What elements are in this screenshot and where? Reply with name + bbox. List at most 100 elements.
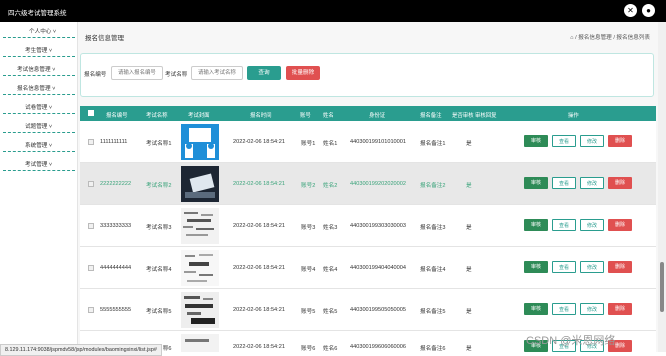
review-button[interactable]: 审核 <box>524 219 548 231</box>
delete-button[interactable]: 删除 <box>608 219 632 231</box>
top-bar: 四六级考试管理系统 ✕ ● <box>0 0 666 22</box>
sidebar-item-exams[interactable]: 考试管理 ˅ <box>3 160 75 171</box>
vertical-scrollbar[interactable] <box>658 22 666 352</box>
registration-remark: 报名备注5 <box>420 309 446 315</box>
exam-name: 考试名称3 <box>146 225 172 231</box>
sidebar-item-label: 报名信息管理 ˅ <box>17 86 56 92</box>
select-all-checkbox[interactable] <box>88 110 94 116</box>
review-button[interactable]: 审核 <box>524 177 548 189</box>
id-card: 440300199101010001 <box>350 139 406 145</box>
account: 账号1 <box>301 141 316 147</box>
sidebar-item-label: 试题管理 ˅ <box>25 124 53 130</box>
delete-button[interactable]: 删除 <box>608 135 632 147</box>
edit-button[interactable]: 修改 <box>580 177 604 189</box>
audited: 是 <box>466 267 472 273</box>
delete-button[interactable]: 删除 <box>608 261 632 273</box>
registration-time: 2022-02-06 18:54:21 <box>233 223 285 229</box>
exam-cover-image <box>181 208 219 244</box>
edit-button[interactable]: 修改 <box>580 219 604 231</box>
audited: 是 <box>466 225 472 231</box>
view-button[interactable]: 查看 <box>552 261 576 273</box>
registration-remark: 报名备注1 <box>420 141 446 147</box>
column-header: 考试名称 <box>146 113 168 119</box>
main-content: 报名信息管理 ⌂ / 报名信息管理 / 报名信息列表 报名编号 考试名称 查询 … <box>78 22 658 352</box>
student-name: 姓名4 <box>323 267 338 273</box>
sidebar-item-label: 考试管理 ˅ <box>25 162 53 168</box>
sidebar-item-exam-info[interactable]: 考试信息管理 ˅ <box>3 65 75 76</box>
sidebar-item-system[interactable]: 系统管理 ˅ <box>3 141 75 152</box>
row-checkbox[interactable] <box>88 181 94 187</box>
page-title: 报名信息管理 <box>85 35 124 42</box>
audited: 是 <box>466 309 472 315</box>
review-button[interactable]: 审核 <box>524 135 548 147</box>
exam-name: 考试名称2 <box>146 183 172 189</box>
table-row: 3333333333 考试名称3 2022-02-06 18:54:21 账号3… <box>80 205 656 247</box>
sidebar-item-students[interactable]: 考生管理 ˅ <box>3 46 75 57</box>
view-button[interactable]: 查看 <box>552 135 576 147</box>
sidebar-item-label: 考试信息管理 ˅ <box>17 67 56 73</box>
column-header: 考试封面 <box>188 113 210 119</box>
row-checkbox[interactable] <box>88 223 94 229</box>
registration-time: 2022-02-06 18:54:21 <box>233 265 285 271</box>
sidebar-item-label: 系统管理 ˅ <box>25 143 53 149</box>
exam-name: 考试名称4 <box>146 267 172 273</box>
batch-delete-button[interactable]: 批量删除 <box>286 66 320 80</box>
registration-id-input[interactable] <box>111 66 163 80</box>
student-name: 姓名6 <box>323 346 338 352</box>
row-checkbox[interactable] <box>88 265 94 271</box>
sidebar: 个人中心 ˅ 考生管理 ˅ 考试信息管理 ˅ 报名信息管理 ˅ 试卷管理 ˅ 试… <box>0 22 78 352</box>
id-card: 440300199505050005 <box>350 307 406 313</box>
registration-id: 3333333333 <box>100 223 132 229</box>
student-name: 姓名5 <box>323 309 338 315</box>
app-title: 四六级考试管理系统 <box>8 10 67 17</box>
registration-time: 2022-02-06 18:54:21 <box>233 307 285 313</box>
registration-remark: 报名备注6 <box>420 346 446 352</box>
table-header: 报名编号 考试名称 考试封面 报名时间 账号 姓名 身份证 报名备注 是否审核 … <box>80 106 656 121</box>
view-button[interactable]: 查看 <box>552 177 576 189</box>
edit-button[interactable]: 修改 <box>580 261 604 273</box>
review-button[interactable]: 审核 <box>524 261 548 273</box>
audited: 是 <box>466 346 472 352</box>
search-button[interactable]: 查询 <box>247 66 281 80</box>
column-header: 报名备注 <box>420 113 442 119</box>
scrollbar-thumb[interactable] <box>660 262 664 312</box>
id-card: 440300199606060006 <box>350 344 406 350</box>
exam-name: 考试名称1 <box>146 141 172 147</box>
column-header: 操作 <box>568 113 579 119</box>
table-row: 5555555555 考试名称5 2022-02-06 18:54:21 账号5… <box>80 289 656 331</box>
view-button[interactable]: 查看 <box>552 303 576 315</box>
exam-name-label: 考试名称 <box>165 72 188 78</box>
account: 账号3 <box>301 225 316 231</box>
sidebar-item-registration[interactable]: 报名信息管理 ˅ <box>3 84 75 95</box>
column-header: 报名时间 <box>250 113 272 119</box>
column-header: 姓名 <box>323 113 334 119</box>
registration-time: 2022-02-06 18:54:21 <box>233 344 285 350</box>
review-button[interactable]: 审核 <box>524 303 548 315</box>
sidebar-item-questions[interactable]: 试题管理 ˅ <box>3 122 75 133</box>
student-name: 姓名1 <box>323 141 338 147</box>
user-avatar-icon[interactable]: ● <box>642 4 655 17</box>
sidebar-item-papers[interactable]: 试卷管理 ˅ <box>3 103 75 114</box>
row-checkbox[interactable] <box>88 139 94 145</box>
table-row: 4444444444 考试名称4 2022-02-06 18:54:21 账号4… <box>80 247 656 289</box>
exam-cover-image <box>181 334 219 352</box>
registration-id: 5555555555 <box>100 307 132 313</box>
account: 账号5 <box>301 309 316 315</box>
column-header: 审核回复 <box>475 113 497 119</box>
close-icon[interactable]: ✕ <box>624 4 637 17</box>
edit-button[interactable]: 修改 <box>580 303 604 315</box>
sidebar-item-label: 个人中心 ˅ <box>29 29 57 35</box>
registration-time: 2022-02-06 18:54:21 <box>233 139 285 145</box>
view-button[interactable]: 查看 <box>552 219 576 231</box>
status-bar-url: 8.129.11.174:9038/jspmdv58/jsp/modules/b… <box>0 344 162 356</box>
edit-button[interactable]: 修改 <box>580 135 604 147</box>
sidebar-item-personal-center[interactable]: 个人中心 ˅ <box>3 27 75 38</box>
row-checkbox[interactable] <box>88 307 94 313</box>
exam-name: 考试名称5 <box>146 309 172 315</box>
exam-name-input[interactable] <box>191 66 243 80</box>
delete-button[interactable]: 删除 <box>608 303 632 315</box>
delete-button[interactable]: 删除 <box>608 177 632 189</box>
registration-id: 1111111111 <box>100 139 128 145</box>
breadcrumb[interactable]: ⌂ / 报名信息管理 / 报名信息列表 <box>570 33 650 41</box>
registration-id: 4444444444 <box>100 265 132 271</box>
